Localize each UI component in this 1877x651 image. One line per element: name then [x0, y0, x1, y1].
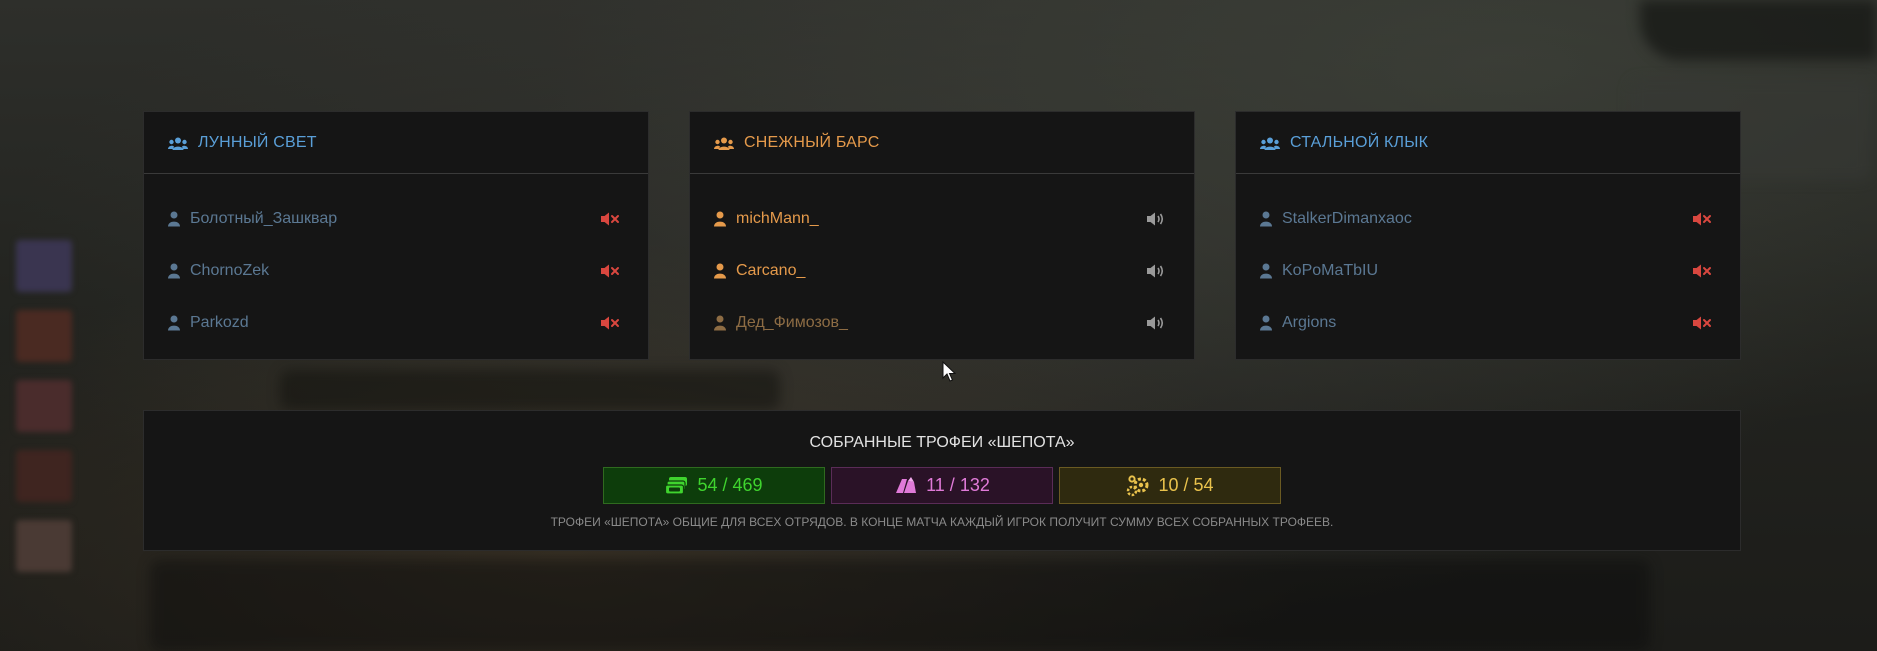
background-slot	[16, 450, 72, 502]
speaker-icon[interactable]	[1146, 315, 1166, 331]
player-name: Дед_Фимозов_	[736, 314, 848, 331]
squad-header: ЛУННЫЙ СВЕТ	[144, 112, 648, 174]
player-row: Parkozd	[144, 297, 648, 349]
player-list: StalkerDimanxaoc KoPoMaTbIU Argions	[1236, 174, 1740, 349]
player-name: ChornoZek	[190, 262, 270, 279]
gears-icon	[1127, 474, 1149, 496]
squads-panel: ЛУННЫЙ СВЕТ Болотный_Зашквар ChornoZek P…	[143, 111, 1741, 360]
player-icon	[168, 263, 180, 279]
speaker-icon[interactable]	[1146, 211, 1166, 227]
trophy-counter-banknotes: 54 / 469	[603, 467, 825, 504]
gems-icon	[896, 476, 917, 493]
player-row: ChornoZek	[144, 245, 648, 297]
squad-card-stalnoy-klyk: СТАЛЬНОЙ КЛЫК StalkerDimanxaoc KoPoMaTbI…	[1235, 111, 1741, 360]
trophy-counter-value: 54 / 469	[697, 475, 763, 495]
squad-card-lunny-svet: ЛУННЫЙ СВЕТ Болотный_Зашквар ChornoZek P…	[143, 111, 649, 360]
squad-name: ЛУННЫЙ СВЕТ	[198, 133, 317, 151]
team-icon	[1260, 136, 1280, 150]
player-icon	[168, 211, 180, 227]
trophy-counter-value: 11 / 132	[926, 475, 990, 495]
team-icon	[168, 136, 188, 150]
player-name: StalkerDimanxaoc	[1282, 210, 1412, 227]
squad-name: СТАЛЬНОЙ КЛЫК	[1290, 133, 1429, 151]
trophies-title: СОБРАННЫЕ ТРОФЕИ «ШЕПОТА»	[809, 434, 1075, 451]
player-icon	[714, 211, 726, 227]
muted-speaker-icon[interactable]	[600, 263, 620, 279]
background-scene-shape	[280, 370, 780, 410]
player-name: Argions	[1282, 314, 1337, 331]
background-slot	[16, 380, 72, 432]
mouse-cursor-icon	[942, 361, 956, 382]
muted-speaker-icon[interactable]	[1692, 263, 1712, 279]
trophies-panel: СОБРАННЫЕ ТРОФЕИ «ШЕПОТА» 54 / 469 11 / …	[143, 410, 1741, 551]
trophy-counter-gems: 11 / 132	[831, 467, 1053, 504]
background-scene-shape	[1640, 0, 1877, 60]
squad-card-snezhny-bars: СНЕЖНЫЙ БАРС michMann_ Carcano_ Дед_Фимо…	[689, 111, 1195, 360]
player-list: michMann_ Carcano_ Дед_Фимозов_	[690, 174, 1194, 349]
player-icon	[714, 263, 726, 279]
background-slot	[16, 240, 72, 292]
team-icon	[714, 136, 734, 150]
background-scene-shape	[150, 560, 1650, 651]
player-icon	[168, 315, 180, 331]
background-inventory-strip	[0, 170, 80, 600]
trophy-counter-gears: 10 / 54	[1059, 467, 1281, 504]
player-name: Болотный_Зашквар	[190, 210, 338, 227]
muted-speaker-icon[interactable]	[1692, 211, 1712, 227]
player-row: KoPoMaTbIU	[1236, 245, 1740, 297]
trophies-note: ТРОФЕИ «ШЕПОТА» ОБЩИЕ ДЛЯ ВСЕХ ОТРЯДОВ. …	[550, 515, 1334, 529]
squad-header: СНЕЖНЫЙ БАРС	[690, 112, 1194, 174]
muted-speaker-icon[interactable]	[1692, 315, 1712, 331]
player-row: michMann_	[690, 193, 1194, 245]
background-slot	[16, 520, 72, 572]
player-name: Carcano_	[736, 262, 806, 279]
player-row: Болотный_Зашквар	[144, 193, 648, 245]
trophy-counter-value: 10 / 54	[1158, 475, 1214, 495]
player-icon	[1260, 211, 1272, 227]
squad-name: СНЕЖНЫЙ БАРС	[744, 133, 880, 151]
player-icon	[714, 315, 726, 331]
player-name: KoPoMaTbIU	[1282, 262, 1379, 279]
player-list: Болотный_Зашквар ChornoZek Parkozd	[144, 174, 648, 349]
muted-speaker-icon[interactable]	[600, 211, 620, 227]
player-name: michMann_	[736, 210, 819, 227]
player-row: Argions	[1236, 297, 1740, 349]
speaker-icon[interactable]	[1146, 263, 1166, 279]
background-slot	[16, 310, 72, 362]
player-row: StalkerDimanxaoc	[1236, 193, 1740, 245]
banknotes-icon	[665, 476, 688, 495]
player-icon	[1260, 263, 1272, 279]
player-row: Carcano_	[690, 245, 1194, 297]
player-icon	[1260, 315, 1272, 331]
muted-speaker-icon[interactable]	[600, 315, 620, 331]
player-name: Parkozd	[190, 314, 249, 331]
squad-header: СТАЛЬНОЙ КЛЫК	[1236, 112, 1740, 174]
trophy-counters: 54 / 469 11 / 132 10 / 54	[144, 467, 1740, 504]
player-row: Дед_Фимозов_	[690, 297, 1194, 349]
